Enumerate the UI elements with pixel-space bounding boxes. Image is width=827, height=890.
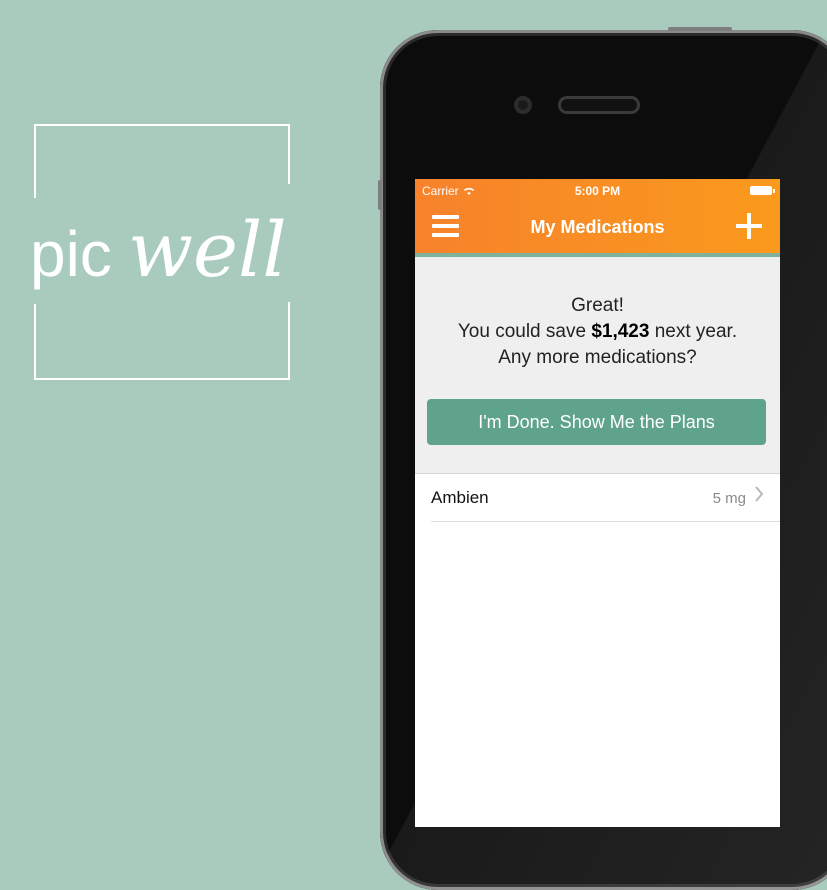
navigation-bar: Carrier 5:00 PM My Medications [415,179,780,257]
row-divider [431,521,780,522]
show-plans-button[interactable]: I'm Done. Show Me the Plans [427,399,766,445]
power-button [668,27,732,31]
status-bar: Carrier 5:00 PM [415,179,780,201]
savings-summary: Great! You could save $1,423 next year. … [415,257,780,474]
battery-icon [750,186,775,195]
page-title: My Medications [530,217,665,237]
list-item[interactable]: Ambien 5 mg [415,474,780,522]
earpiece-speaker [558,96,640,114]
message-line-2-suffix: next year. [649,321,738,342]
medication-name: Ambien [431,488,489,507]
savings-amount: $1,423 [591,321,650,342]
message-line-2-prefix: You could save [457,321,592,342]
logo-frame-left-line-lower [34,304,36,380]
logo-frame-top-line [34,124,290,126]
logo-text-suffix: well [128,205,287,294]
status-time: 5:00 PM [574,184,621,198]
message-line-3: Any more medications? [498,347,697,368]
plus-icon[interactable] [736,213,762,239]
chevron-right-icon [755,486,764,502]
savings-message: Great! You could save $1,423 next year. … [415,293,780,371]
mute-switch [378,180,382,210]
message-line-1: Great! [571,295,624,316]
logo-frame-bottom-line [34,378,290,380]
app-screen: Carrier 5:00 PM My Medications Great! Yo… [415,179,780,827]
logo-text-prefix: pic [30,218,112,290]
logo-frame-right-line-lower [288,302,290,380]
medication-dose: 5 mg [712,490,746,507]
message-line-2: You could save $1,423 next year. [415,319,780,345]
picwell-logo: pic well [30,205,287,294]
front-camera [514,96,532,114]
